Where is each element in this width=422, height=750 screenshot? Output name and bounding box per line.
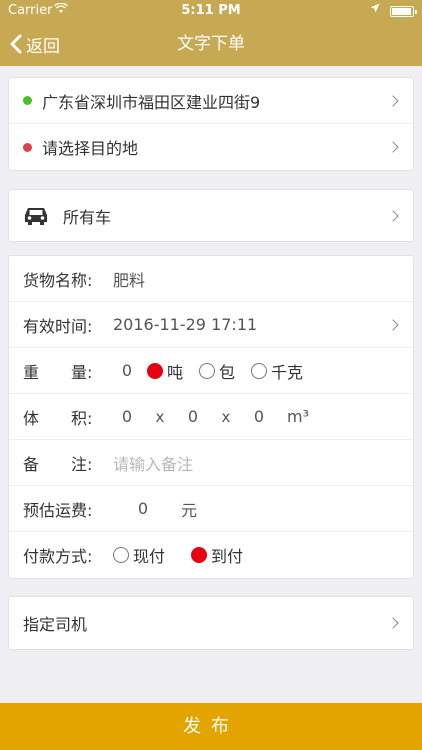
location-arrow-icon — [370, 3, 380, 16]
radio-unselected-icon — [199, 362, 216, 379]
chevron-right-icon — [387, 141, 399, 153]
cargo-label: 货物名称: — [23, 270, 93, 290]
destination-prompt: 请选择目的地 — [42, 139, 139, 158]
driver-card: 指定司机 — [8, 596, 414, 650]
fee-label: 预估运费: — [23, 500, 93, 520]
weight-unit-ton[interactable]: 吨 — [147, 359, 183, 383]
remark-row: 备 注: 请输入备注 — [9, 440, 413, 486]
times-sign: x — [221, 407, 231, 426]
volume-length-input[interactable]: 0 — [113, 407, 141, 426]
driver-label: 指定司机 — [23, 615, 88, 634]
time-value: 2016-11-29 17:11 — [113, 315, 258, 334]
cargo-form-card: 货物名称: 肥料 有效时间: 2016-11-29 17:11 重 量: 0 吨… — [8, 255, 414, 579]
valid-time-row[interactable]: 有效时间: 2016-11-29 17:11 — [9, 302, 413, 348]
chevron-right-icon — [387, 617, 399, 629]
weight-input[interactable]: 0 — [113, 361, 141, 380]
remark-input[interactable]: 请输入备注 — [113, 451, 193, 475]
volume-row: 体 积: 0 x 0 x 0 m³ — [9, 394, 413, 440]
weight-unit-kg[interactable]: 千克 — [251, 359, 303, 383]
payment-option-prepay[interactable]: 现付 — [113, 543, 165, 567]
radio-selected-icon — [147, 362, 163, 379]
cargo-row[interactable]: 货物名称: 肥料 — [9, 256, 413, 302]
radio-selected-icon — [191, 547, 208, 563]
fee-row: 预估运费: 0 元 — [9, 486, 413, 532]
radio-unselected-icon — [113, 547, 129, 563]
chevron-right-icon — [387, 318, 399, 331]
cargo-value: 肥料 — [113, 270, 146, 290]
vehicle-row[interactable]: 所有车 — [9, 190, 413, 241]
vehicle-card: 所有车 — [8, 189, 414, 242]
chevron-right-icon — [387, 209, 399, 222]
volume-label: 体 积: — [23, 408, 93, 428]
weight-unit-bag[interactable]: 包 — [199, 359, 235, 383]
radio-unselected-icon — [251, 362, 268, 379]
fee-unit: 元 — [181, 500, 198, 520]
origin-dot-icon — [23, 96, 32, 105]
time-label: 有效时间: — [23, 316, 93, 336]
volume-width-input[interactable]: 0 — [179, 407, 207, 426]
payment-row: 付款方式: 现付 到付 — [9, 532, 413, 578]
destination-row[interactable]: 请选择目的地 — [9, 124, 413, 170]
vehicle-label: 所有车 — [63, 207, 112, 227]
origin-address: 广东省深圳市福田区建业四街9 — [42, 92, 261, 112]
page-title: 文字下单 — [177, 34, 245, 54]
navigation-bar: Carrier 5:11 PM 返回 文字下单 — [0, 0, 422, 66]
remark-label: 备 注: — [23, 454, 93, 474]
fee-input[interactable]: 0 — [113, 499, 173, 518]
car-icon — [23, 206, 49, 226]
times-sign: x — [155, 407, 165, 426]
volume-unit: m³ — [287, 407, 309, 426]
weight-row: 重 量: 0 吨 包 千克 — [9, 348, 413, 394]
chevron-right-icon — [387, 94, 399, 107]
destination-dot-icon — [23, 142, 32, 152]
assign-driver-row[interactable]: 指定司机 — [9, 597, 413, 649]
volume-height-input[interactable]: 0 — [245, 407, 273, 426]
route-card: 广东省深圳市福田区建业四街9 请选择目的地 — [8, 77, 414, 171]
weight-label: 重 量: — [23, 362, 93, 382]
payment-option-cod[interactable]: 到付 — [191, 543, 243, 567]
status-bar: Carrier 5:11 PM — [0, 0, 422, 22]
publish-button[interactable]: 发布 — [0, 703, 422, 750]
payment-label: 付款方式: — [23, 547, 93, 566]
battery-icon — [390, 6, 417, 17]
clock: 5:11 PM — [181, 3, 241, 18]
origin-row[interactable]: 广东省深圳市福田区建业四街9 — [9, 78, 413, 124]
